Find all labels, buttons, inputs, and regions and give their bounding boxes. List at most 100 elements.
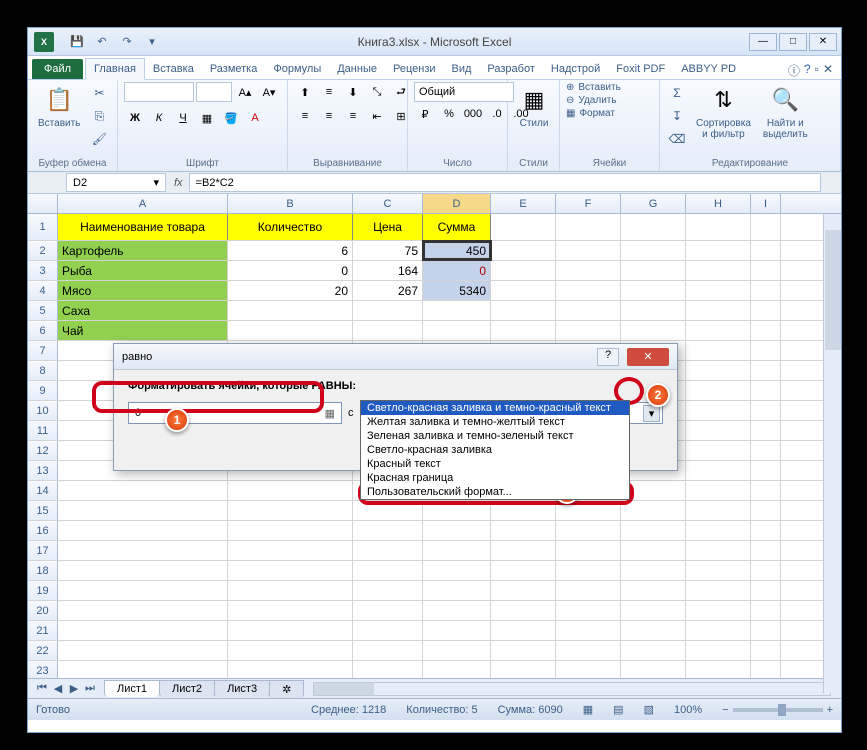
align-bottom-icon[interactable]: ⬇ — [342, 82, 364, 102]
row-header[interactable]: 20 — [28, 601, 58, 620]
cell[interactable] — [491, 661, 556, 678]
cell[interactable] — [556, 321, 621, 340]
row-header[interactable]: 23 — [28, 661, 58, 678]
cell[interactable] — [58, 661, 228, 678]
cell[interactable] — [228, 621, 353, 640]
sheet-nav-first-icon[interactable]: ⏮ — [34, 682, 50, 695]
cell[interactable] — [228, 561, 353, 580]
cell[interactable] — [228, 641, 353, 660]
tab-view[interactable]: Вид — [444, 59, 480, 79]
row-header[interactable]: 22 — [28, 641, 58, 660]
cell[interactable] — [686, 601, 751, 620]
cell[interactable] — [423, 621, 491, 640]
cell[interactable] — [621, 521, 686, 540]
sheet-tab-3[interactable]: Лист3 — [214, 680, 270, 697]
cell[interactable] — [621, 641, 686, 660]
cell[interactable] — [228, 541, 353, 560]
cell[interactable] — [58, 521, 228, 540]
cell[interactable] — [686, 481, 751, 500]
col-header-D[interactable]: D — [423, 194, 491, 213]
row-header[interactable]: 13 — [28, 461, 58, 480]
cell[interactable]: 6 — [228, 241, 353, 260]
cell[interactable] — [751, 461, 781, 480]
row-header[interactable]: 15 — [28, 501, 58, 520]
styles-button[interactable]: ▦ Стили — [514, 82, 554, 131]
cell[interactable] — [556, 641, 621, 660]
cell[interactable]: Сумма — [423, 214, 491, 240]
cell[interactable] — [353, 561, 423, 580]
format-cells-button[interactable]: ▦Формат — [566, 108, 621, 119]
cell[interactable] — [686, 301, 751, 320]
cell[interactable] — [751, 241, 781, 260]
col-header-F[interactable]: F — [556, 194, 621, 213]
cell[interactable] — [228, 581, 353, 600]
select-all-corner[interactable] — [28, 194, 58, 213]
cell[interactable] — [491, 581, 556, 600]
row-header[interactable]: 3 — [28, 261, 58, 280]
cell[interactable] — [423, 301, 491, 320]
col-header-E[interactable]: E — [491, 194, 556, 213]
align-left-icon[interactable]: ≡ — [294, 106, 316, 126]
number-format-select[interactable] — [414, 82, 514, 102]
cut-icon[interactable]: ✂ — [88, 82, 110, 104]
cell[interactable] — [686, 541, 751, 560]
window-restore-icon[interactable]: ▫ — [815, 62, 819, 79]
cell[interactable] — [353, 521, 423, 540]
fill-icon[interactable]: ↧ — [666, 105, 688, 127]
tab-data[interactable]: Данные — [329, 59, 385, 79]
cell[interactable] — [491, 601, 556, 620]
sheet-nav-prev-icon[interactable]: ◀ — [50, 682, 66, 695]
cell[interactable] — [423, 521, 491, 540]
font-name-select[interactable] — [124, 82, 194, 102]
cell[interactable]: Картофель — [58, 241, 228, 260]
cell[interactable] — [58, 641, 228, 660]
grow-font-icon[interactable]: A▴ — [234, 82, 256, 102]
cell[interactable]: 5340 — [423, 281, 491, 300]
sort-filter-button[interactable]: ⇅ Сортировка и фильтр — [692, 82, 755, 142]
zoom-level[interactable]: 100% — [674, 704, 702, 716]
cell[interactable] — [491, 561, 556, 580]
cell[interactable]: 164 — [353, 261, 423, 280]
cell[interactable] — [58, 561, 228, 580]
cell[interactable]: 450 — [423, 241, 491, 260]
sheet-nav-last-icon[interactable]: ⏭ — [82, 682, 98, 695]
row-header[interactable]: 10 — [28, 401, 58, 420]
cell[interactable] — [353, 641, 423, 660]
underline-button[interactable]: Ч — [172, 108, 194, 128]
font-color-icon[interactable]: A — [244, 108, 266, 128]
orientation-icon[interactable]: ⤡ — [366, 82, 388, 102]
cell[interactable] — [353, 501, 423, 520]
cell[interactable] — [556, 581, 621, 600]
cell[interactable] — [621, 601, 686, 620]
zoom-out-icon[interactable]: − — [722, 704, 728, 716]
dialog-help-button[interactable]: ? — [597, 348, 619, 366]
cell[interactable] — [751, 641, 781, 660]
font-size-select[interactable] — [196, 82, 232, 102]
cell[interactable] — [621, 661, 686, 678]
cell[interactable] — [556, 241, 621, 260]
cell[interactable] — [353, 601, 423, 620]
col-header-C[interactable]: C — [353, 194, 423, 213]
sheet-nav-next-icon[interactable]: ▶ — [66, 682, 82, 695]
view-break-icon[interactable]: ▧ — [644, 703, 654, 716]
cell[interactable] — [228, 501, 353, 520]
dropdown-item[interactable]: Желтая заливка и темно-желтый текст — [361, 415, 629, 429]
cell[interactable] — [686, 361, 751, 380]
cell[interactable] — [686, 641, 751, 660]
tab-review[interactable]: Рецензи — [385, 59, 444, 79]
cell[interactable] — [621, 481, 686, 500]
row-header[interactable]: 21 — [28, 621, 58, 640]
cell[interactable] — [751, 541, 781, 560]
dropdown-item[interactable]: Красная граница — [361, 471, 629, 485]
cell[interactable] — [556, 281, 621, 300]
cell[interactable] — [621, 321, 686, 340]
tab-insert[interactable]: Вставка — [145, 59, 202, 79]
cell[interactable] — [353, 301, 423, 320]
cell[interactable] — [751, 661, 781, 678]
cell[interactable] — [423, 501, 491, 520]
cell[interactable] — [353, 581, 423, 600]
col-header-B[interactable]: B — [228, 194, 353, 213]
autosum-icon[interactable]: Σ — [666, 82, 688, 104]
cell[interactable] — [228, 301, 353, 320]
italic-button[interactable]: К — [148, 108, 170, 128]
